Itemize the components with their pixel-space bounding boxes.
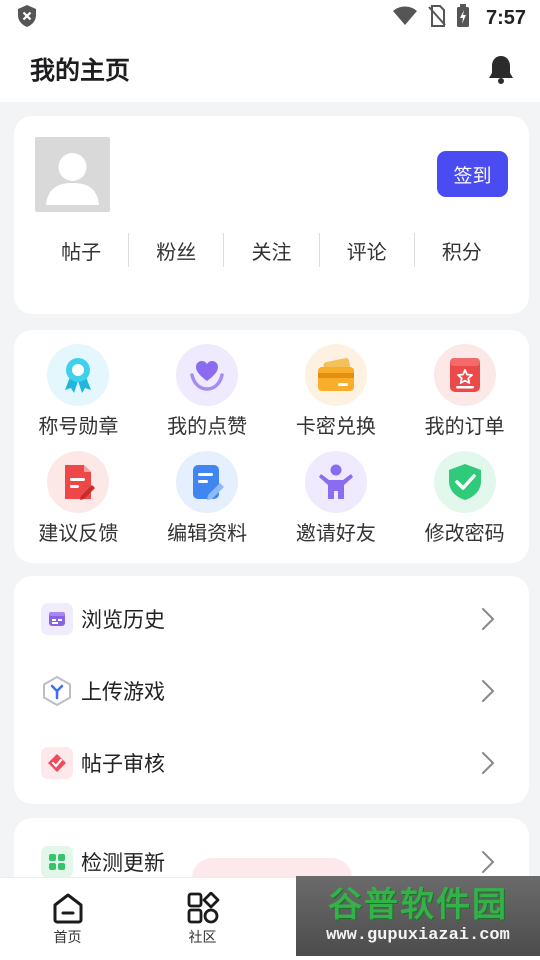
stat-fans[interactable]: 粉丝 xyxy=(129,233,225,267)
edit-profile-icon xyxy=(176,451,239,513)
grid-item-my-likes[interactable]: 我的点赞 xyxy=(143,344,272,439)
list-label: 检测更新 xyxy=(81,851,165,875)
page-title: 我的主页 xyxy=(30,56,131,85)
community-icon xyxy=(187,892,219,924)
chevron-right-icon xyxy=(482,608,495,630)
list-label: 上传游戏 xyxy=(81,680,165,704)
tab-community[interactable]: 社区 xyxy=(135,878,270,960)
grid-item-my-orders[interactable]: 我的订单 xyxy=(400,344,529,439)
grid-item-edit-profile[interactable]: 编辑资料 xyxy=(143,451,272,546)
header: 我的主页 xyxy=(0,36,540,102)
post-review-icon xyxy=(41,747,73,779)
grid-label: 邀请好友 xyxy=(295,521,376,545)
chevron-right-icon xyxy=(482,680,495,702)
grid-label: 编辑资料 xyxy=(167,521,248,545)
list-label: 帖子审核 xyxy=(81,752,165,776)
heart-hands-icon xyxy=(176,344,239,406)
grid-item-invite-friends[interactable]: 邀请好友 xyxy=(272,451,401,546)
upload-game-icon xyxy=(41,675,73,707)
security-shield-icon xyxy=(16,4,38,32)
notification-bell-icon[interactable] xyxy=(486,54,516,84)
grid-item-change-password[interactable]: 修改密码 xyxy=(400,451,529,546)
card-icon xyxy=(304,344,367,406)
invite-icon xyxy=(304,451,367,513)
stat-points[interactable]: 积分 xyxy=(415,233,509,267)
profile-stats: 帖子 粉丝 关注 评论 积分 xyxy=(34,233,509,267)
feature-grid: 称号勋章 我的点赞 卡密兑换 我的订单 建议反馈 编辑资料 邀请好友 修改密码 xyxy=(14,344,529,546)
list-item-upload-game[interactable]: 上传游戏 xyxy=(14,655,529,727)
grid-label: 我的点赞 xyxy=(167,414,248,438)
feedback-icon xyxy=(47,451,110,513)
list-label: 浏览历史 xyxy=(81,608,165,632)
tab-label: 首页 xyxy=(53,930,82,946)
grid-item-feedback[interactable]: 建议反馈 xyxy=(14,451,143,546)
grid-label: 修改密码 xyxy=(424,521,505,545)
feature-grid-card: 称号勋章 我的点赞 卡密兑换 我的订单 建议反馈 编辑资料 邀请好友 修改密码 xyxy=(14,330,529,563)
list-item-post-review[interactable]: 帖子审核 xyxy=(14,727,529,799)
stat-following[interactable]: 关注 xyxy=(224,233,320,267)
chevron-right-icon xyxy=(482,752,495,774)
home-icon xyxy=(53,893,82,924)
status-right: 7:57 xyxy=(392,4,526,32)
grid-label: 我的订单 xyxy=(424,414,505,438)
grid-item-title-medal[interactable]: 称号勋章 xyxy=(14,344,143,439)
chevron-right-icon xyxy=(482,851,495,873)
tab-home[interactable]: 首页 xyxy=(0,878,135,960)
grid-item-card-redeem[interactable]: 卡密兑换 xyxy=(272,344,401,439)
stat-posts[interactable]: 帖子 xyxy=(34,233,130,267)
status-bar: 7:57 xyxy=(0,0,540,36)
battery-charging-icon xyxy=(456,4,470,32)
tab-label: 社区 xyxy=(188,930,217,946)
grid-label: 卡密兑换 xyxy=(295,414,376,438)
status-left xyxy=(16,4,38,32)
menu-list-card: 浏览历史 上传游戏 帖子审核 xyxy=(14,576,529,804)
medal-icon xyxy=(47,344,110,406)
status-time: 7:57 xyxy=(485,6,526,29)
checkin-button[interactable]: 签到 xyxy=(437,151,508,197)
shield-check-icon xyxy=(433,451,496,513)
watermark-url: www.gupuxiazai.com xyxy=(326,926,510,945)
order-icon xyxy=(433,344,496,406)
no-sim-icon xyxy=(428,5,446,31)
watermark: 谷普软件园 www.gupuxiazai.com xyxy=(296,876,540,956)
grid-label: 称号勋章 xyxy=(38,414,119,438)
list-item-browse-history[interactable]: 浏览历史 xyxy=(14,583,529,655)
wifi-icon xyxy=(392,6,418,30)
avatar[interactable] xyxy=(35,137,110,212)
stat-comments[interactable]: 评论 xyxy=(320,233,415,267)
history-icon xyxy=(41,603,73,635)
watermark-title: 谷普软件园 xyxy=(328,885,508,925)
update-icon xyxy=(41,846,73,878)
profile-card: 签到 帖子 粉丝 关注 评论 积分 xyxy=(14,116,529,314)
grid-label: 建议反馈 xyxy=(38,521,119,545)
